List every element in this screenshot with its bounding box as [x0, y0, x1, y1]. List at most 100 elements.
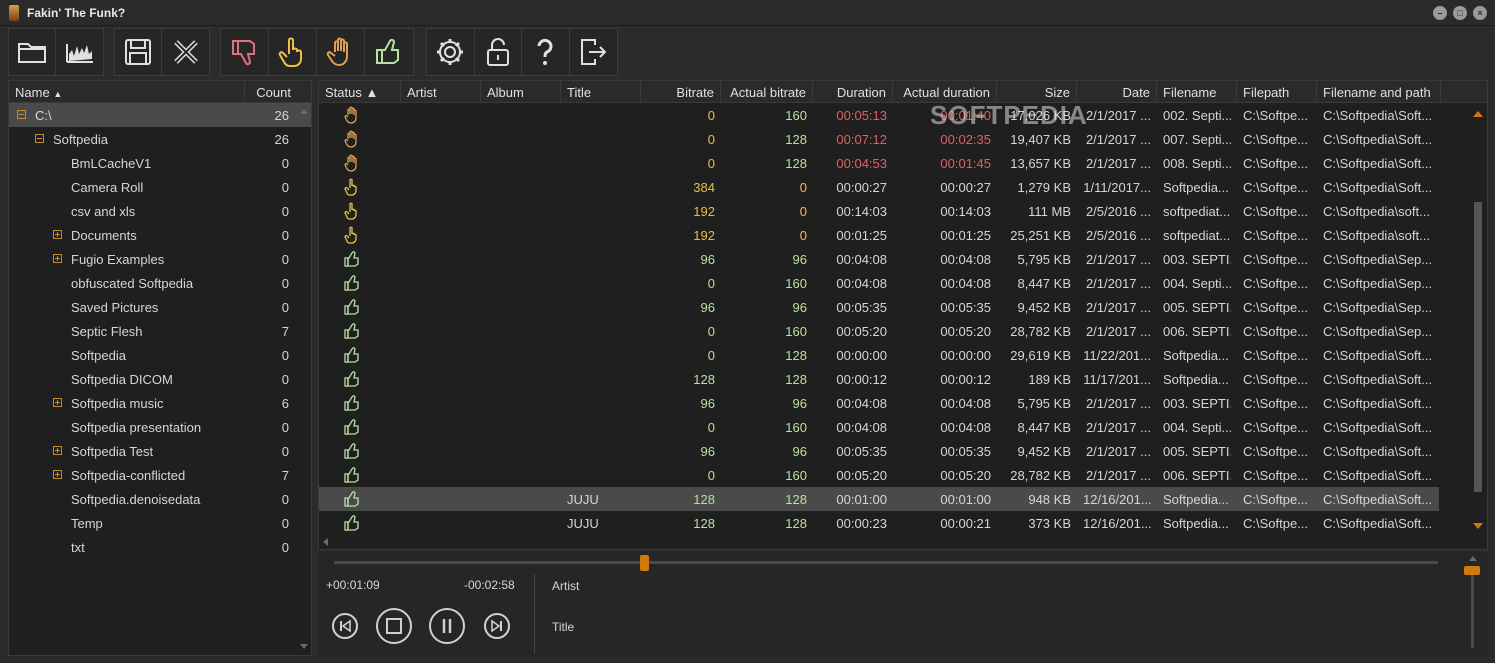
column-header-filepath[interactable]: Filepath [1237, 81, 1317, 103]
table-row[interactable]: 0 128 00:07:12 00:02:35 19,407 KB 2/1/2017 ..… [319, 127, 1439, 151]
cell-fullpath: C:\Softpedia\Soft... [1323, 348, 1433, 363]
save-button[interactable] [115, 29, 163, 75]
help-button[interactable] [522, 29, 570, 75]
previous-button[interactable] [332, 613, 358, 639]
cell-duration: 00:05:35 [836, 300, 887, 315]
table-row[interactable]: 96 96 00:04:08 00:04:08 5,795 KB 2/1/2017 ...… [319, 391, 1439, 415]
seek-bar[interactable] [334, 561, 1438, 564]
table-row[interactable]: 0 128 00:00:00 00:00:00 29,619 KB 11/22/201..… [319, 343, 1439, 367]
volume-slider[interactable] [1471, 570, 1474, 648]
thumbs-up-icon [343, 466, 361, 484]
table-row[interactable]: 0 160 00:04:08 00:04:08 8,447 KB 2/1/2017 ...… [319, 271, 1439, 295]
pause-button[interactable] [429, 608, 465, 644]
tree-item[interactable]: C:\ 26 [9, 103, 311, 127]
spectrum-button[interactable] [56, 29, 103, 75]
table-row[interactable]: 0 160 00:05:20 00:05:20 28,782 KB 2/1/2017 ..… [319, 463, 1439, 487]
tree-item[interactable]: Softpedia DICOM 0 [9, 367, 311, 391]
collapse-icon[interactable] [35, 134, 44, 143]
expand-icon[interactable] [53, 470, 62, 479]
tree-item[interactable]: Camera Roll 0 [9, 175, 311, 199]
mark-fake-button[interactable] [221, 29, 269, 75]
expand-icon[interactable] [53, 230, 62, 239]
tree-item[interactable]: Softpedia presentation 0 [9, 415, 311, 439]
clear-button[interactable] [162, 29, 209, 75]
table-row[interactable]: 0 160 00:05:20 00:05:20 28,782 KB 2/1/2017 ..… [319, 319, 1439, 343]
tree-item[interactable]: Softpedia music 6 [9, 391, 311, 415]
column-header-duration[interactable]: Duration [813, 81, 893, 103]
table-row[interactable]: 0 160 00:05:13 00:01:40 17,026 KB 2/1/2017 ..… [319, 103, 1439, 127]
collapse-icon[interactable] [17, 110, 26, 119]
column-header-album[interactable]: Album [481, 81, 561, 103]
maximize-button[interactable]: □ [1453, 6, 1467, 20]
table-row[interactable]: 128 128 00:00:12 00:00:12 189 KB 11/17/201...… [319, 367, 1439, 391]
cell-filename: 004. Septi... [1163, 276, 1231, 291]
table-row[interactable]: 192 0 00:14:03 00:14:03 111 MB 2/5/2016 ... so… [319, 199, 1439, 223]
open-folder-button[interactable] [9, 29, 57, 75]
column-header-status[interactable]: Status ▲ [319, 81, 401, 103]
grid-scroll-thumb[interactable] [1474, 202, 1482, 492]
scroll-left-icon[interactable] [323, 538, 328, 546]
table-row[interactable]: 96 96 00:04:08 00:04:08 5,795 KB 2/1/2017 ...… [319, 247, 1439, 271]
table-row[interactable]: 96 96 00:05:35 00:05:35 9,452 KB 2/1/2017 ...… [319, 295, 1439, 319]
tree-item[interactable]: Softpedia 26 [9, 127, 311, 151]
hand-stop-icon [343, 154, 361, 172]
tree-scrollbar[interactable] [299, 105, 309, 653]
tree-item[interactable]: BmLCacheV1 0 [9, 151, 311, 175]
volume-up-icon[interactable] [1469, 556, 1477, 561]
tree-header-name[interactable]: Name ▲ [9, 81, 245, 102]
expand-icon[interactable] [53, 254, 62, 263]
tree-item[interactable]: Softpedia Test 0 [9, 439, 311, 463]
exit-button[interactable] [569, 29, 617, 75]
mark-unclear-button[interactable] [317, 29, 365, 75]
tree-item[interactable]: Temp 0 [9, 511, 311, 535]
seek-thumb[interactable] [640, 555, 649, 571]
stop-button[interactable] [376, 608, 412, 644]
tree-header-count[interactable]: Count [245, 81, 297, 102]
next-button[interactable] [484, 613, 510, 639]
tree-item[interactable]: csv and xls 0 [9, 199, 311, 223]
cell-fullpath: C:\Softpedia\Soft... [1323, 444, 1433, 459]
tree-item[interactable]: Softpedia.denoisedata 0 [9, 487, 311, 511]
table-row[interactable]: 192 0 00:01:25 00:01:25 25,251 KB 2/5/2016 ..… [319, 223, 1439, 247]
mark-legit-button[interactable] [365, 29, 413, 75]
table-row[interactable]: 96 96 00:05:35 00:05:35 9,452 KB 2/1/2017 ...… [319, 439, 1439, 463]
unlock-button[interactable] [474, 29, 522, 75]
table-row[interactable]: 0 160 00:04:08 00:04:08 8,447 KB 2/1/2017 ...… [319, 415, 1439, 439]
settings-button[interactable] [427, 29, 475, 75]
cell-fullpath: C:\Softpedia\Soft... [1323, 516, 1433, 531]
tree-item[interactable]: Softpedia 0 [9, 343, 311, 367]
tree-item-count: 0 [281, 228, 289, 243]
column-header-bitrate[interactable]: Bitrate [641, 81, 721, 103]
tree-item[interactable]: Septic Flesh 7 [9, 319, 311, 343]
column-header-date[interactable]: Date [1077, 81, 1157, 103]
cell-filename: softpediat... [1163, 228, 1231, 243]
volume-thumb[interactable] [1464, 566, 1480, 575]
tree-item[interactable]: Fugio Examples 0 [9, 247, 311, 271]
tree-item[interactable]: obfuscated Softpedia 0 [9, 271, 311, 295]
expand-icon[interactable] [53, 398, 62, 407]
scroll-down-icon[interactable] [1473, 523, 1483, 529]
scroll-down-icon[interactable] [300, 644, 308, 649]
tree-item[interactable]: txt 0 [9, 535, 311, 559]
column-header-filename[interactable]: Filename [1157, 81, 1237, 103]
table-row[interactable]: JUJU 128 128 00:00:23 00:00:21 373 KB 12/16/20… [319, 511, 1439, 535]
tree-item[interactable]: Documents 0 [9, 223, 311, 247]
column-header-actual-bitrate[interactable]: Actual bitrate [721, 81, 813, 103]
close-window-button[interactable]: × [1473, 6, 1487, 20]
column-header-title[interactable]: Title [561, 81, 641, 103]
scroll-up-icon[interactable] [1473, 111, 1483, 117]
minimize-button[interactable]: – [1433, 6, 1447, 20]
scroll-up-icon[interactable] [300, 109, 308, 114]
grid-scrollbar[interactable] [1471, 105, 1485, 551]
grid-hscrollbar[interactable] [319, 535, 1469, 549]
tree-item[interactable]: Softpedia-conflicted 7 [9, 463, 311, 487]
table-row[interactable]: 0 128 00:04:53 00:01:45 13,657 KB 2/1/2017 ..… [319, 151, 1439, 175]
mark-suspicious-button[interactable] [269, 29, 317, 75]
table-row[interactable]: JUJU 128 128 00:01:00 00:01:00 948 KB 12/16/20… [319, 487, 1439, 511]
tree-item[interactable]: Saved Pictures 0 [9, 295, 311, 319]
column-header-artist[interactable]: Artist [401, 81, 481, 103]
column-header-fullpath[interactable]: Filename and path [1317, 81, 1441, 103]
tree-item-count: 26 [274, 132, 289, 147]
expand-icon[interactable] [53, 446, 62, 455]
table-row[interactable]: 384 0 00:00:27 00:00:27 1,279 KB 1/11/2017...… [319, 175, 1439, 199]
